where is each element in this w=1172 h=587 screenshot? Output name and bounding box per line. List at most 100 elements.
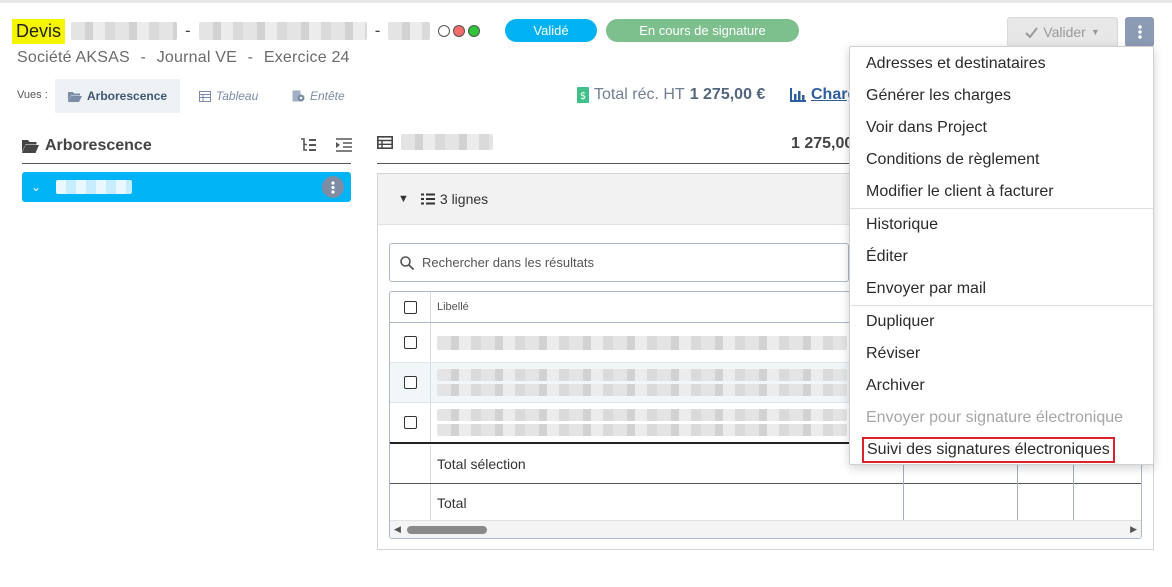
- main-header: [377, 134, 493, 150]
- invoice-dollar-icon: $: [577, 87, 589, 103]
- column-header-libelle[interactable]: Libellé: [437, 292, 469, 322]
- tree-divider: [22, 163, 351, 164]
- charges-link[interactable]: Charg: [790, 86, 857, 104]
- exercise-name: Exercice 24: [263, 49, 350, 66]
- main-divider: [377, 163, 855, 164]
- menu-item-envoyer-signature: Envoyer pour signature électronique: [866, 409, 1124, 426]
- tree-tools: [300, 138, 352, 152]
- journal-name: Journal VE: [156, 49, 237, 66]
- top-border: [0, 0, 1172, 3]
- kebab-icon: [331, 180, 335, 194]
- table-list-icon: [377, 135, 393, 149]
- scroll-thumb[interactable]: [407, 526, 487, 534]
- view-tab-tableau[interactable]: Tableau: [186, 79, 271, 113]
- menu-item-reviser[interactable]: Réviser: [850, 338, 1153, 370]
- title-row: Devis - -: [12, 16, 483, 46]
- folder-open-icon: [68, 91, 82, 102]
- select-all-checkbox[interactable]: [403, 300, 417, 314]
- row-checkbox-cell: [390, 323, 431, 362]
- tree-expand-icon[interactable]: [300, 138, 316, 152]
- scroll-left-icon[interactable]: ◀: [394, 524, 401, 535]
- total-row: Total: [390, 484, 1141, 522]
- view-tab-arborescence[interactable]: Arborescence: [55, 79, 181, 113]
- menu-item-envoyer-mail[interactable]: Envoyer par mail: [850, 273, 1153, 305]
- gear-doc-icon: [292, 90, 305, 102]
- row-checkbox[interactable]: [403, 336, 417, 349]
- tree-title-label: Arborescence: [45, 137, 152, 154]
- redacted-line-text: [437, 409, 847, 421]
- row-checkbox[interactable]: [403, 376, 417, 389]
- main-amount: 1 275,00: [791, 135, 854, 152]
- lines-count: 3 lignes: [439, 191, 489, 207]
- redacted-ref: [388, 22, 431, 40]
- total-selection-label: Total sélection: [437, 456, 526, 472]
- more-actions-button[interactable]: [1125, 17, 1154, 47]
- valider-button[interactable]: Valider ▼: [1007, 17, 1118, 47]
- document-subtitle: Société AKSAS - Journal VE - Exercice 24: [17, 49, 356, 67]
- column-libelle-label: Libellé: [437, 301, 469, 313]
- status-badge-signature: En cours de signature: [606, 19, 799, 42]
- table-icon: [199, 90, 211, 102]
- redacted-line-text: [437, 335, 847, 350]
- status-dot-gray: [438, 25, 451, 37]
- view-tab-entete[interactable]: Entête: [279, 79, 358, 113]
- redacted-line-text: [437, 424, 847, 436]
- row-checkbox-cell: [390, 403, 431, 442]
- status-dot-red: [453, 25, 466, 37]
- row-libelle: [437, 323, 847, 362]
- doc-type-label: Devis: [12, 18, 66, 44]
- menu-item-modifier-client[interactable]: Modifier le client à facturer: [850, 176, 1153, 208]
- search-icon: [400, 255, 414, 270]
- view-tab-label: Arborescence: [87, 89, 168, 103]
- total-rec-label: Total réc. HT: [594, 86, 685, 103]
- check-icon: [1025, 26, 1039, 38]
- search-field[interactable]: Rechercher dans les résultats: [389, 243, 849, 282]
- list-icon: [420, 193, 435, 205]
- tree-item-root[interactable]: ⌄: [22, 172, 351, 202]
- redacted-client: [198, 22, 367, 40]
- folder-open-icon: [22, 140, 39, 153]
- total-rec-value: 1 275,00 €: [689, 86, 766, 103]
- title-separator: -: [374, 21, 381, 40]
- redacted-main-title: [401, 134, 493, 150]
- redacted-line-text: [437, 384, 847, 396]
- menu-item-generer-charges[interactable]: Générer les charges: [850, 80, 1153, 112]
- chevron-down-icon[interactable]: ⌄: [31, 180, 41, 194]
- scroll-right-icon[interactable]: ▶: [1130, 524, 1137, 535]
- redacted-tree-label: [56, 180, 133, 194]
- kebab-icon: [1137, 25, 1142, 39]
- title-separator: -: [185, 21, 191, 40]
- row-checkbox[interactable]: [403, 416, 417, 429]
- view-tab-label: Tableau: [216, 89, 259, 103]
- horizontal-scrollbar[interactable]: ◀ ▶: [390, 520, 1141, 538]
- redacted-number: [71, 22, 178, 40]
- menu-item-archiver[interactable]: Archiver: [850, 370, 1153, 402]
- svg-text:$: $: [580, 91, 586, 102]
- row-libelle: [437, 403, 847, 442]
- row-checkbox-cell: [390, 363, 431, 402]
- tree-title: Arborescence: [22, 137, 152, 155]
- caret-down-icon[interactable]: ▼: [398, 193, 409, 205]
- views-label: Vues :: [17, 89, 48, 101]
- menu-item-suivi-signatures[interactable]: Suivi des signatures électroniques: [850, 434, 1153, 466]
- menu-item-voir-project[interactable]: Voir dans Project: [850, 112, 1153, 144]
- select-all-checkbox-cell: [390, 292, 431, 322]
- chart-bar-icon: [790, 88, 806, 102]
- row-libelle: [437, 363, 847, 402]
- total-rec: $ Total réc. HT 1 275,00 €: [577, 86, 765, 104]
- menu-item-conditions-reglement[interactable]: Conditions de règlement: [850, 144, 1153, 176]
- menu-item-editer[interactable]: Éditer: [850, 241, 1153, 273]
- menu-item-historique[interactable]: Historique: [850, 209, 1153, 241]
- total-label: Total: [437, 495, 467, 511]
- menu-item-dupliquer[interactable]: Dupliquer: [850, 306, 1153, 338]
- company-name: Société AKSAS: [17, 49, 130, 66]
- menu-item-adresses[interactable]: Adresses et destinataires: [850, 48, 1153, 80]
- subtitle-separator: -: [247, 49, 254, 66]
- subtitle-separator: -: [140, 49, 147, 66]
- caret-down-icon: ▼: [1090, 27, 1100, 37]
- status-dot-green: [468, 25, 481, 37]
- search-input[interactable]: Rechercher dans les résultats: [422, 255, 594, 270]
- tree-item-menu-button[interactable]: [322, 176, 344, 198]
- indent-icon[interactable]: [336, 138, 352, 152]
- menu-item-suivi-signatures-label: Suivi des signatures électroniques: [862, 437, 1115, 463]
